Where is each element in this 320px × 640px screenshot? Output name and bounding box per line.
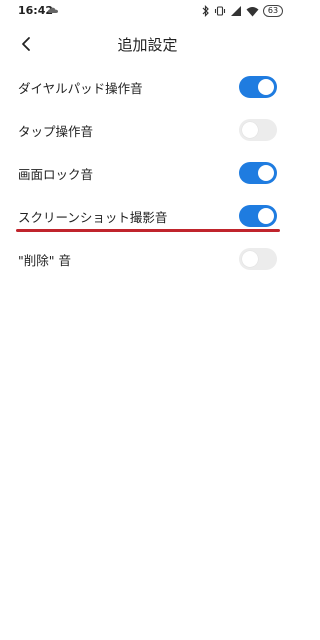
toggle-knob bbox=[242, 251, 258, 267]
toggle-knob bbox=[242, 122, 258, 138]
setting-label: タップ操作音 bbox=[18, 124, 94, 139]
setting-label: 画面ロック音 bbox=[18, 167, 94, 182]
setting-row-dialpad-sound[interactable]: ダイヤルパッド操作音 bbox=[0, 66, 295, 109]
setting-label: "削除" 音 bbox=[18, 253, 71, 268]
delete-sound-toggle[interactable] bbox=[239, 248, 277, 270]
toggle-knob bbox=[258, 165, 274, 181]
settings-list: ダイヤルパッド操作音 タップ操作音 画面ロック音 スクリーンショット撮影音 "削… bbox=[0, 66, 295, 281]
signal-icon bbox=[231, 6, 241, 16]
screen-lock-sound-toggle[interactable] bbox=[239, 162, 277, 184]
setting-row-tap-sound[interactable]: タップ操作音 bbox=[0, 109, 295, 152]
setting-label: ダイヤルパッド操作音 bbox=[18, 81, 143, 96]
highlight-underline bbox=[16, 229, 280, 232]
bluetooth-icon bbox=[202, 5, 209, 17]
status-bar: 16:42 63 bbox=[0, 0, 295, 22]
wifi-icon bbox=[246, 6, 259, 16]
setting-label: スクリーンショット撮影音 bbox=[18, 210, 168, 225]
toggle-knob bbox=[258, 208, 274, 224]
dialpad-sound-toggle[interactable] bbox=[239, 76, 277, 98]
screenshot-sound-toggle[interactable] bbox=[239, 205, 277, 227]
tap-sound-toggle[interactable] bbox=[239, 119, 277, 141]
page-title: 追加設定 bbox=[117, 36, 178, 54]
battery-icon: 63 bbox=[263, 5, 283, 17]
status-icons: 63 bbox=[202, 4, 283, 18]
setting-row-delete-sound[interactable]: "削除" 音 bbox=[0, 238, 295, 281]
header: 追加設定 bbox=[0, 28, 295, 60]
cloud-icon bbox=[48, 7, 58, 13]
toggle-knob bbox=[258, 79, 274, 95]
setting-row-screen-lock-sound[interactable]: 画面ロック音 bbox=[0, 152, 295, 195]
vibrate-icon bbox=[214, 6, 226, 16]
